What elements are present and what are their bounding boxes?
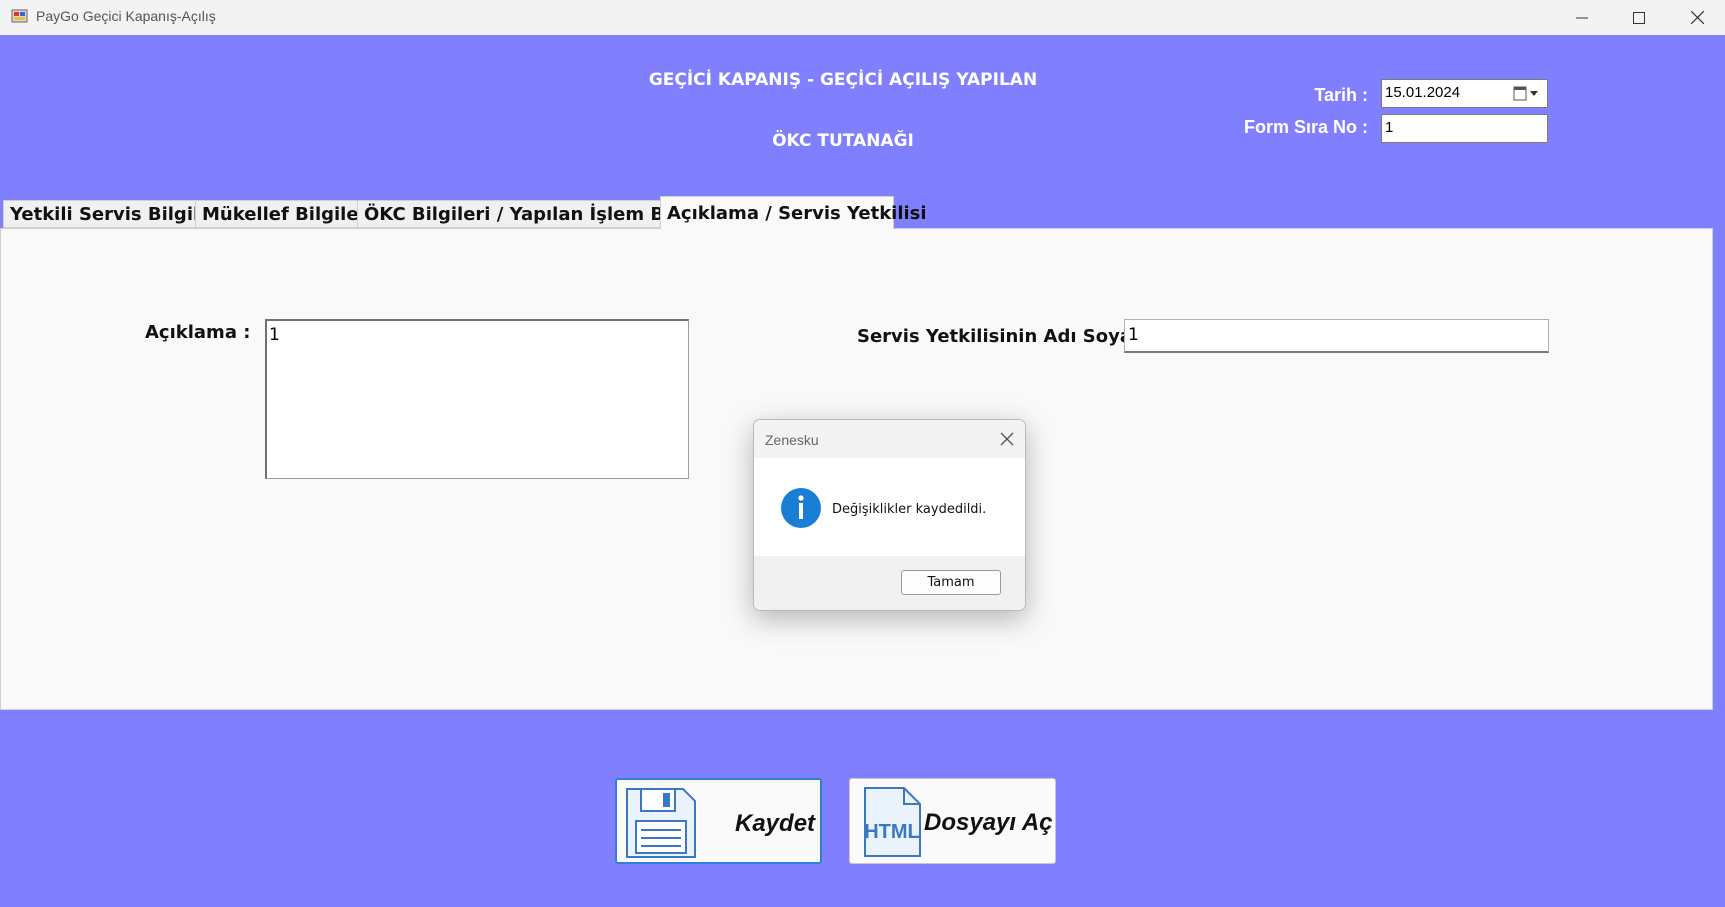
close-button[interactable] — [1670, 0, 1724, 35]
tab-label: Mükellef Bilgileri — [202, 203, 374, 225]
dialog-title: Zenesku — [765, 432, 819, 448]
minimize-button[interactable] — [1555, 0, 1609, 35]
tab-label: Yetkili Servis Bilgileri — [10, 203, 227, 225]
date-picker[interactable]: 15.01.2024 — [1381, 79, 1548, 108]
maximize-button[interactable] — [1612, 0, 1666, 35]
html-icon-text: HTML — [864, 821, 920, 843]
page-title-line1: GEÇİCİ KAPANIŞ - GEÇİCİ AÇILIŞ YAPILAN — [648, 70, 1038, 90]
html-file-icon: HTML — [864, 787, 921, 857]
info-icon — [781, 488, 821, 528]
floppy-disk-icon — [626, 788, 696, 858]
window-title: PayGo Geçici Kapanış-Açılış — [36, 8, 216, 24]
save-label: Kaydet — [735, 810, 816, 837]
form-no-label: Form Sıra No : — [1243, 117, 1368, 137]
app-icon — [11, 9, 28, 23]
dialog-close-icon[interactable] — [998, 430, 1016, 448]
tab-okc-bilgileri[interactable]: ÖKC Bilgileri / Yapılan İşlem Bilgisi — [357, 200, 712, 228]
service-name-label: Servis Yetkilisinin Adı Soyadı: — [857, 326, 1159, 347]
description-label: Açıklama : — [145, 322, 251, 343]
open-file-label: Dosyayı Aç — [924, 809, 1053, 836]
open-file-button[interactable]: HTML Dosyayı Aç — [849, 778, 1056, 864]
date-label: Tarih : — [1314, 85, 1368, 105]
close-icon — [1690, 11, 1704, 24]
tab-label: Açıklama / Servis Yetkilisi — [667, 202, 927, 224]
date-value: 15.01.2024 — [1385, 84, 1461, 101]
tab-aciklama[interactable]: Açıklama / Servis Yetkilisi — [660, 196, 927, 229]
message-dialog: Zenesku Değişiklikler kaydedildi. Tamam — [753, 419, 1026, 611]
dialog-message: Değişiklikler kaydedildi. — [832, 502, 987, 517]
service-name-input[interactable]: 1 — [1124, 319, 1549, 353]
save-button[interactable]: Kaydet — [615, 778, 822, 864]
dialog-ok-button[interactable]: Tamam — [901, 570, 1001, 595]
description-textarea[interactable]: 1 — [265, 319, 689, 479]
tab-yetkili-servis[interactable]: Yetkili Servis Bilgileri — [3, 200, 226, 228]
page-title-line2: ÖKC TUTANAĞI — [772, 131, 914, 151]
minimize-icon — [1576, 17, 1588, 18]
form-no-input[interactable]: 1 — [1381, 114, 1548, 143]
maximize-icon — [1633, 11, 1645, 24]
window-titlebar: PayGo Geçici Kapanış-Açılış — [0, 0, 1725, 36]
tab-mukellef[interactable]: Mükellef Bilgileri — [195, 200, 374, 228]
calendar-dropdown-icon[interactable] — [1513, 86, 1539, 102]
